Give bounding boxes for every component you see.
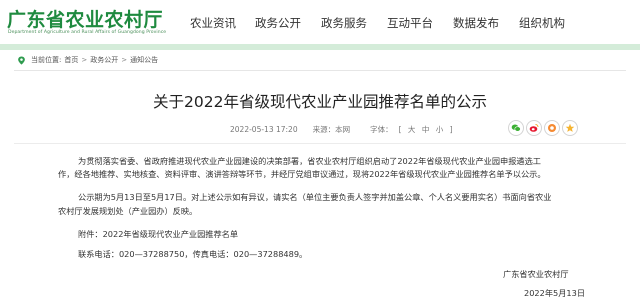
article-attachment[interactable]: 附件：2022年省级现代农业产业园推荐名单 — [78, 228, 608, 241]
site-header: 广东省农业农村厅 Department of Agriculture and R… — [0, 0, 640, 44]
main-nav: 农业资讯 政务公开 政务服务 互动平台 数据发布 组织机构 — [190, 15, 585, 31]
header-green-bar — [0, 44, 640, 50]
font-size-medium[interactable]: 中 — [422, 125, 430, 134]
font-size-selector: [ 大 中 小 ] — [397, 124, 455, 135]
share-buttons — [508, 120, 580, 136]
location-pin-icon — [18, 55, 25, 65]
nav-item-data-release[interactable]: 数据发布 — [453, 15, 499, 31]
article-datetime: 2022-05-13 17:20 — [230, 125, 298, 134]
qq-icon — [548, 124, 556, 132]
nav-item-agri-news[interactable]: 农业资讯 — [190, 15, 236, 31]
article-signature: 广东省农业农村厅 — [503, 269, 569, 279]
article-date: 2022年5月13日 — [524, 288, 586, 298]
nav-item-gov-affairs[interactable]: 政务公开 — [255, 15, 301, 31]
favorite-icon — [565, 123, 575, 132]
wechat-icon — [511, 124, 521, 132]
article-paragraph-2-line-1: 公示期为5月13日至5月17日。对上述公示如有异议，请实名（单位主要负责人签字并… — [78, 192, 552, 202]
article-paragraph-1-line-2: 作，经各地推荐、实地核查、资料评审、演讲答辩等环节，并经厅党组审议通过，现将20… — [58, 169, 546, 179]
share-wechat-button[interactable] — [508, 120, 524, 136]
nav-item-gov-services[interactable]: 政务服务 — [321, 15, 367, 31]
divider — [14, 143, 626, 144]
font-size-small[interactable]: 小 — [436, 125, 444, 134]
article-contact: 联系电话：020—37288750，传真电话：020—37288489。 — [78, 249, 308, 259]
site-logo-subtitle: Department of Agriculture and Rural Affa… — [8, 30, 167, 35]
nav-item-interaction[interactable]: 互动平台 — [387, 15, 433, 31]
breadcrumb: 当前位置: 首页 > 政务公开 > 通知公告 — [17, 55, 158, 65]
article-paragraph-1-line-1: 为贯彻落实省委、省政府推进现代农业产业园建设的决策部署，省农业农村厅组织启动了2… — [78, 156, 541, 166]
breadcrumb-separator: > — [121, 56, 128, 64]
article-source: 来源：本网 — [312, 125, 351, 134]
font-size-bracket-close: ] — [449, 125, 453, 134]
share-favorite-button[interactable] — [562, 120, 578, 136]
article-meta: 2022-05-13 17:20 来源：本网 字体： [ 大 中 小 ] — [230, 124, 455, 135]
article-paragraph-2-line-2: 农村厅发展规划处（产业园办）反映。 — [58, 206, 198, 216]
font-size-large[interactable]: 大 — [408, 125, 416, 134]
nav-item-organization[interactable]: 组织机构 — [519, 15, 565, 31]
site-logo-title[interactable]: 广东省农业农村厅 — [7, 5, 163, 32]
share-weibo-button[interactable] — [526, 120, 542, 136]
font-size-bracket-open: [ — [398, 125, 402, 134]
font-size-label: 字体： — [370, 125, 393, 134]
breadcrumb-gov-affairs[interactable]: 政务公开 — [90, 55, 118, 65]
article-title: 关于2022年省级现代农业产业园推荐名单的公示 — [153, 93, 487, 111]
weibo-icon — [529, 124, 539, 132]
breadcrumb-home[interactable]: 首页 — [64, 55, 78, 65]
divider — [14, 70, 626, 71]
breadcrumb-separator: > — [81, 56, 88, 64]
breadcrumb-prefix: 当前位置: — [31, 56, 62, 64]
share-qq-button[interactable] — [544, 120, 560, 136]
breadcrumb-notices[interactable]: 通知公告 — [130, 55, 158, 65]
